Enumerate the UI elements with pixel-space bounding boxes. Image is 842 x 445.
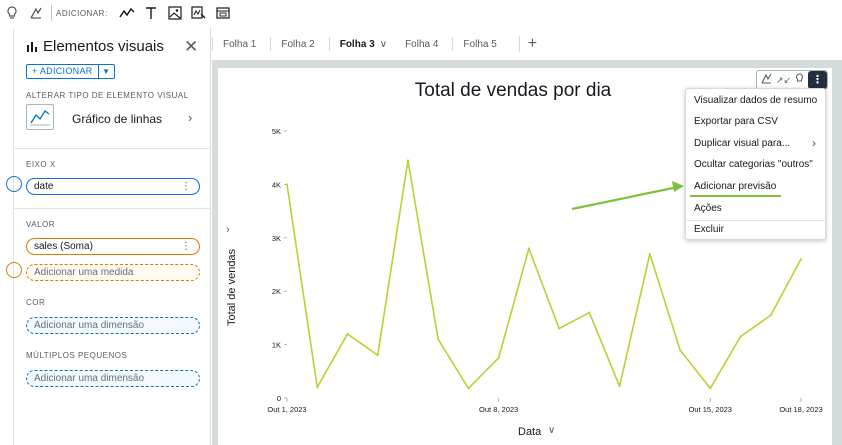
x-axis-field-text: date (34, 181, 54, 192)
close-icon[interactable]: ✕ (184, 37, 198, 57)
tab-folha-2[interactable]: Folha 2 (270, 37, 328, 51)
value-field-text: sales (Soma) (34, 241, 93, 252)
menu-item-duplicate-visual[interactable]: Duplicar visual para... (694, 138, 790, 149)
visual-menu-button[interactable]: ⋮ (808, 71, 827, 89)
menu-item-add-forecast[interactable]: Adicionar previsão (694, 181, 776, 192)
panel-title: Elementos visuais (26, 38, 164, 55)
menu-item-hide-other[interactable]: Ocultar categorias "outros" (694, 159, 813, 170)
chevron-right-icon: › (812, 136, 816, 150)
tab-folha-3-label: Folha 3 (339, 38, 375, 50)
menu-item-delete[interactable]: Excluir (694, 224, 724, 235)
menu-divider (686, 220, 827, 221)
panel-divider (14, 208, 211, 209)
panel-title-text: Elementos visuais (43, 38, 164, 55)
chevron-down-icon[interactable]: ∨ (380, 39, 387, 50)
chart-title-text: Total de vendas por dia (414, 80, 612, 101)
line-chart-icon[interactable] (118, 4, 136, 22)
y-axis-title[interactable]: Total de vendas (226, 249, 238, 326)
add-visual-label[interactable]: + ADICIONAR (26, 64, 99, 79)
add-visual-button[interactable]: + ADICIONAR ▼ (26, 64, 115, 79)
add-small-multiples-text: Adicionar uma dimensão (34, 373, 145, 384)
visual-context-menu: Visualizar dados de resumo Exportar para… (685, 88, 827, 240)
expand-icon[interactable]: ↗↙ (776, 75, 791, 86)
bar-chart-icon (26, 41, 38, 53)
sheet-tabs: Folha 1 Folha 2 Folha 3 ∨ Folha 4 Folha … (212, 28, 842, 60)
tab-folha-1[interactable]: Folha 1 (212, 37, 270, 51)
kebab-icon[interactable]: ⋮ (181, 181, 191, 192)
chevron-right-icon[interactable]: › (226, 224, 230, 236)
lightbulb-icon[interactable] (795, 73, 804, 87)
field-well-handle (6, 176, 22, 192)
tab-folha-4[interactable]: Folha 4 (395, 37, 452, 51)
color-label: COR (26, 298, 46, 307)
visuals-panel: Elementos visuais ✕ + ADICIONAR ▼ ALTERA… (6, 28, 211, 445)
chevron-right-icon[interactable]: › (188, 110, 192, 125)
menu-item-view-summary[interactable]: Visualizar dados de resumo (694, 95, 817, 106)
value-label: VALOR (26, 220, 56, 229)
x-axis-label: EIXO X (26, 160, 56, 169)
lightbulb-icon[interactable] (3, 4, 21, 22)
visual-type-thumbnail[interactable] (26, 104, 54, 130)
toolbar-divider (51, 5, 52, 21)
add-measure-text: Adicionar uma medida (34, 267, 134, 278)
kebab-icon[interactable]: ⋮ (181, 241, 191, 252)
add-measure-slot[interactable]: Adicionar uma medida (26, 264, 200, 281)
filter-control-icon[interactable] (214, 4, 232, 22)
text-icon[interactable] (142, 4, 160, 22)
image-icon[interactable] (166, 4, 184, 22)
menu-item-actions[interactable]: Ações (694, 203, 722, 214)
value-field-pill[interactable]: sales (Soma) ⋮ (26, 238, 200, 255)
chevron-down-icon[interactable]: ▼ (98, 64, 115, 79)
menu-item-export-csv[interactable]: Exportar para CSV (694, 116, 778, 127)
insight-icon[interactable] (761, 73, 772, 87)
tab-folha-3[interactable]: Folha 3 ∨ (328, 37, 395, 51)
visual-type-name[interactable]: Gráfico de linhas (72, 112, 162, 126)
add-label: ADICIONAR: (56, 8, 108, 18)
custom-visual-icon[interactable] (190, 4, 208, 22)
small-multiples-label: MÚLTIPLOS PEQUENOS (26, 351, 128, 360)
add-small-multiples-slot[interactable]: Adicionar uma dimensão (26, 370, 200, 387)
tab-folha-5[interactable]: Folha 5 (452, 37, 510, 51)
add-color-dimension-slot[interactable]: Adicionar uma dimensão (26, 317, 200, 334)
x-axis-title[interactable]: Data (518, 426, 541, 438)
chevron-down-icon[interactable]: ∨ (548, 425, 555, 436)
collapsed-left-strip (0, 28, 14, 445)
top-toolbar: ADICIONAR: (0, 0, 842, 26)
change-type-label: ALTERAR TIPO DE ELEMENTO VISUAL (26, 91, 189, 100)
panel-divider (14, 148, 211, 149)
insight-icon[interactable] (27, 4, 45, 22)
field-well-handle (6, 262, 22, 278)
add-color-dimension-text: Adicionar uma dimensão (34, 320, 145, 331)
add-sheet-icon[interactable]: + (518, 36, 537, 52)
x-axis-field-pill[interactable]: date ⋮ (26, 178, 200, 195)
